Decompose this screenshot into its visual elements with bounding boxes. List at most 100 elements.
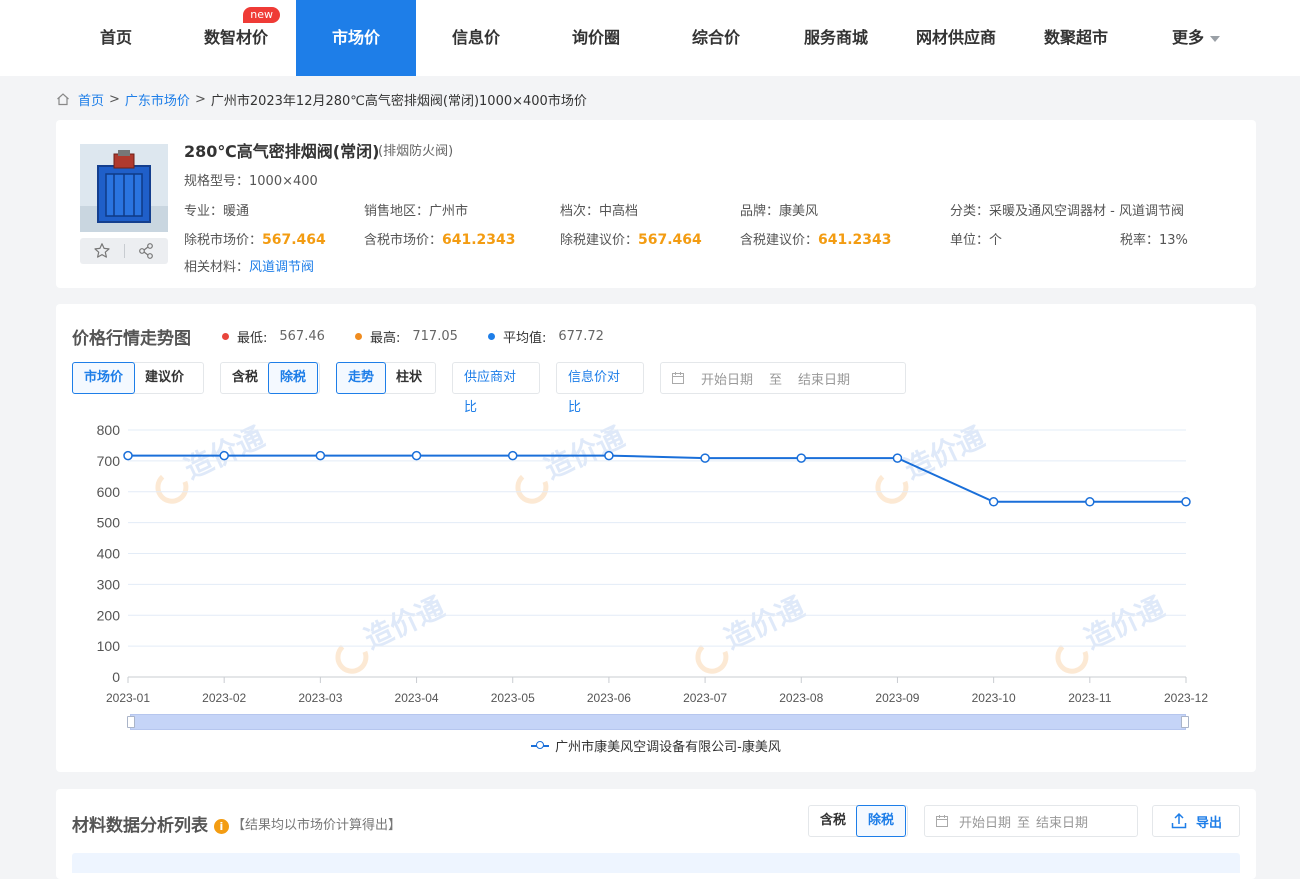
watermark: 造价通 <box>515 420 629 504</box>
bar-chart-button[interactable]: 柱状 <box>385 363 433 393</box>
analysis-tax-included-button[interactable]: 含税 <box>809 806 857 836</box>
x-tick-label: 2023-05 <box>491 691 535 705</box>
brand-field: 品牌：康美风 <box>740 204 819 219</box>
analysis-tax-excluded-button[interactable]: 除税 <box>856 805 907 837</box>
export-button[interactable]: 导出 <box>1152 805 1240 837</box>
price-trend-card: 价格行情走势图 最低: 567.46 最高: 717.05 平均值: 677.72 市… <box>56 304 1256 772</box>
product-title: 280℃高气密排烟阀(常闭) <box>184 142 380 161</box>
ex-tax-suggest-price: 除税建议价：567.464 <box>560 232 702 248</box>
data-point <box>988 497 999 507</box>
nav-item-composite-price[interactable]: 综合价 <box>656 0 776 76</box>
x-tick-label: 2023-03 <box>298 691 342 705</box>
trend-end-date[interactable]: 结束日期 <box>798 369 850 388</box>
data-point <box>796 453 807 463</box>
analysis-date-range[interactable]: 开始日期 至 结束日期 <box>924 805 1138 837</box>
area-field: 销售地区：广州市 <box>364 204 469 219</box>
y-tick-label: 0 <box>112 669 120 685</box>
nav-item-inquiry[interactable]: 询价圈 <box>536 0 656 76</box>
nav-item-smart-price[interactable]: 数智材价 new <box>176 0 296 76</box>
legend-series-name: 广州市康美风空调设备有限公司-康美风 <box>555 740 781 755</box>
nav-item-home[interactable]: 首页 <box>56 0 176 76</box>
major-field: 专业：暖通 <box>184 204 250 219</box>
data-point <box>123 450 133 461</box>
in-tax-suggest-price: 含税建议价：641.2343 <box>740 232 892 248</box>
info-icon[interactable]: i <box>213 818 229 834</box>
top-navigation: 首页 数智材价 new 市场价 信息价 询价圈 综合价 服务商城 网材供应商 数聚… <box>0 0 1300 76</box>
chart-legend[interactable]: 广州市康美风空调设备有限公司-康美风 <box>56 736 1256 755</box>
y-tick-label: 800 <box>97 422 121 438</box>
x-tick-label: 2023-12 <box>1164 691 1208 705</box>
share-button[interactable] <box>124 238 168 264</box>
calendar-icon <box>936 815 948 827</box>
x-tick-label: 2023-09 <box>875 691 919 705</box>
trend-start-date[interactable]: 开始日期 <box>701 369 753 388</box>
slider-handle-left[interactable] <box>127 716 135 728</box>
data-point <box>700 453 710 463</box>
breadcrumb-home[interactable]: 首页 <box>78 90 104 109</box>
analysis-start-date[interactable]: 开始日期 <box>959 812 1011 831</box>
class-field: 分类：采暖及通风空调器材 - 风道调节阀 <box>950 204 1184 219</box>
supplier-compare-group: 供应商对比 <box>452 362 540 415</box>
y-tick-label: 500 <box>97 515 121 531</box>
nav-item-more[interactable]: 更多 <box>1136 0 1256 76</box>
nav-item-market-price[interactable]: 市场价 <box>296 0 416 76</box>
trend-chart-button[interactable]: 走势 <box>336 362 387 394</box>
tax-included-button[interactable]: 含税 <box>221 363 269 393</box>
suggest-price-button[interactable]: 建议价 <box>134 363 195 393</box>
date-zoom-slider[interactable] <box>127 714 1189 730</box>
favorite-button[interactable] <box>80 238 124 264</box>
min-stat: 最低: 567.46 <box>222 327 325 346</box>
product-image[interactable] <box>80 144 168 232</box>
x-tick-label: 2023-08 <box>779 691 823 705</box>
home-icon <box>57 93 69 106</box>
nav-item-suppliers[interactable]: 网材供应商 <box>896 0 1016 76</box>
in-tax-market-price: 含税市场价：641.2343 <box>364 232 516 248</box>
data-point <box>315 450 326 461</box>
x-tick-label: 2023-04 <box>395 691 439 705</box>
analysis-end-date[interactable]: 结束日期 <box>1036 812 1088 831</box>
data-point <box>1085 497 1095 507</box>
legend-line-marker <box>531 740 550 749</box>
related-material-link[interactable]: 风道调节阀 <box>249 260 314 275</box>
data-point <box>604 450 614 461</box>
nav-item-info-price[interactable]: 信息价 <box>416 0 536 76</box>
tax-excluded-button[interactable]: 除税 <box>268 362 319 394</box>
supplier-compare-button[interactable]: 供应商对比 <box>453 363 539 415</box>
analysis-card: 材料数据分析列表 i 【结果均以市场价计算得出】 含税 除税 开始日期 至 结束… <box>56 789 1256 879</box>
chart-type-toggle: 走势 柱状 <box>336 362 436 394</box>
data-point <box>411 450 422 461</box>
y-tick-label: 700 <box>97 453 121 469</box>
trend-date-range[interactable]: 开始日期 至 结束日期 <box>660 362 906 394</box>
min-dot <box>222 333 229 340</box>
price-trend-chart: 造价通 造价通 造价通造价通 造价通 造价通8007006005004003002001… <box>97 420 1209 705</box>
product-category: (排烟防火阀) <box>378 144 454 159</box>
x-tick-label: 2023-11 <box>1068 691 1111 705</box>
x-tick-label: 2023-10 <box>972 691 1016 705</box>
analysis-title: 材料数据分析列表 i <box>72 811 229 836</box>
info-price-compare-button[interactable]: 信息价对比 <box>557 363 643 415</box>
tax-rate-field: 税率：13% <box>1120 233 1188 248</box>
tax-toggle: 含税 除税 <box>220 362 320 394</box>
unit-field: 单位：个 <box>950 233 1003 248</box>
nav-item-data-market[interactable]: 数聚超市 <box>1016 0 1136 76</box>
nav-item-service-mall[interactable]: 服务商城 <box>776 0 896 76</box>
x-tick-label: 2023-07 <box>683 691 727 705</box>
watermark: 造价通 <box>155 420 269 504</box>
y-tick-label: 400 <box>97 546 121 562</box>
breadcrumb-region[interactable]: 广东市场价 <box>125 90 190 109</box>
market-price-button[interactable]: 市场价 <box>72 362 136 394</box>
max-stat: 最高: 717.05 <box>355 327 458 346</box>
product-card: 280℃高气密排烟阀(常闭) (排烟防火阀) 规格型号：1000×400 专业：… <box>56 120 1256 288</box>
chevron-down-icon <box>1210 35 1220 42</box>
new-badge: new <box>243 7 280 23</box>
upload-icon <box>1171 812 1187 829</box>
avg-stat: 平均值: 677.72 <box>488 327 604 346</box>
calendar-icon <box>672 372 684 384</box>
analysis-note: 【结果均以市场价计算得出】 <box>232 818 402 833</box>
watermark: 造价通 <box>335 590 449 674</box>
related-field: 相关材料：风道调节阀 <box>184 260 315 275</box>
slider-handle-right[interactable] <box>1181 716 1189 728</box>
ex-tax-market-price: 除税市场价：567.464 <box>184 232 326 248</box>
breadcrumb: 首页 > 广东市场价 > 广州市2023年12月280℃高气密排烟阀(常闭)10… <box>56 90 587 109</box>
star-icon <box>94 243 110 258</box>
